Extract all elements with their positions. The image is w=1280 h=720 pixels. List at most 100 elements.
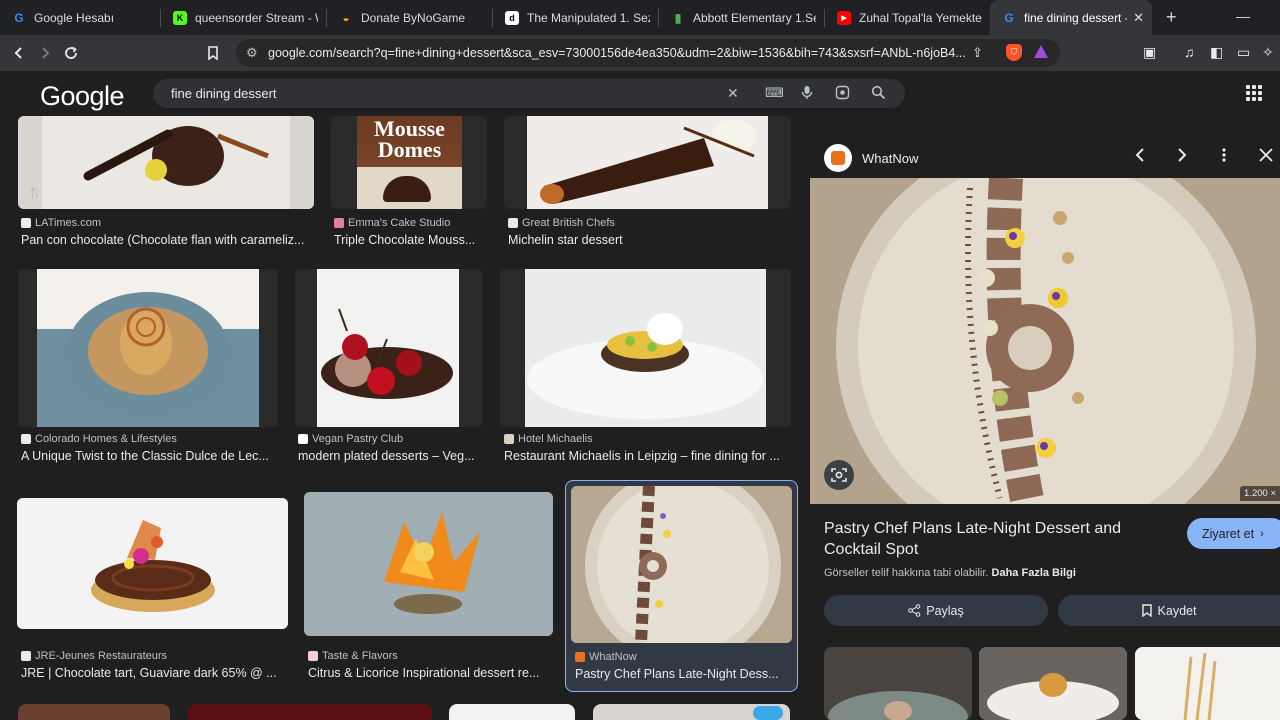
tab-fine-dining-active[interactable]: Gfine dining dessert - G✕ (990, 0, 1152, 35)
lens-search-icon[interactable] (824, 460, 854, 490)
google-logo[interactable]: Google (40, 81, 125, 112)
brave-rewards-icon[interactable] (1034, 45, 1048, 58)
tab-google-account[interactable]: G Google Hesabı (0, 0, 160, 35)
learn-more-link[interactable]: Daha Fazla Bilgi (992, 567, 1076, 579)
result-card[interactable]: Colorado Homes & Lifestyles A Unique Twi… (18, 269, 278, 469)
related-image-thumbnail[interactable] (824, 647, 972, 720)
source-favicon-icon (298, 434, 308, 444)
search-input[interactable]: fine dining dessert (171, 86, 277, 101)
source-favicon-icon (308, 651, 318, 661)
youtube-favicon-icon: ▶ (837, 10, 851, 25)
publisher-name[interactable]: WhatNow (862, 151, 918, 166)
dizi-favicon-icon: d (505, 10, 519, 25)
lens-icon[interactable] (835, 85, 850, 103)
reload-icon[interactable] (58, 40, 84, 66)
result-thumbnail[interactable] (504, 116, 791, 209)
share-button[interactable]: Paylaş (824, 595, 1048, 626)
result-card[interactable]: Vegan Pastry Club modern plated desserts… (295, 269, 483, 469)
save-button[interactable]: Kaydet (1058, 595, 1280, 626)
visit-button[interactable]: Ziyaret et › (1187, 518, 1280, 549)
screenshot-icon[interactable]: ▣ (1143, 44, 1156, 61)
more-options-icon[interactable] (1222, 148, 1226, 166)
previous-chevron-icon[interactable] (1135, 148, 1145, 166)
google-favicon-icon: G (1004, 10, 1014, 25)
result-card[interactable]: Mousse Domes Emma's Cake Studio Triple Ch… (331, 116, 487, 252)
result-title[interactable]: Pan con chocolate (Chocolate flan with c… (21, 233, 313, 247)
close-panel-icon[interactable] (1259, 148, 1273, 166)
image-dimensions: 1.200 × (1240, 486, 1280, 501)
result-title[interactable]: Triple Chocolate Mouss... (334, 233, 486, 247)
result-card[interactable]: Hotel Michaelis Restaurant Michaelis in … (500, 269, 791, 469)
tab-donate[interactable]: ◒ Donate ByNoGame (327, 0, 492, 35)
next-chevron-icon[interactable] (1177, 148, 1187, 166)
leo-icon[interactable]: ✧ (1262, 44, 1274, 61)
result-thumbnail-partial[interactable] (449, 704, 575, 720)
result-card-selected[interactable]: WhatNow Pastry Chef Plans Late-Night Des… (565, 480, 798, 692)
result-card[interactable]: Taste & Flavors Citrus & Licorice Inspir… (304, 486, 553, 686)
preview-title[interactable]: Pastry Chef Plans Late-Night Dessert and… (824, 518, 1144, 560)
related-image-thumbnail[interactable] (1135, 647, 1280, 720)
source-favicon-icon (21, 218, 31, 228)
preview-image[interactable] (810, 178, 1280, 504)
back-arrow-icon[interactable] (6, 40, 32, 66)
result-thumbnail[interactable]: Mousse Domes (331, 116, 487, 209)
address-bar[interactable]: ⚙ google.com/search?q=fine+dining+desser… (236, 39, 1060, 67)
apps-grid-icon[interactable] (1246, 85, 1262, 101)
search-box[interactable]: fine dining dessert ✕ ⌨ (153, 79, 905, 108)
result-source: WhatNow (575, 651, 637, 663)
media-icon[interactable]: ♫ (1184, 44, 1195, 60)
result-title[interactable]: modern plated desserts – Veg... (298, 449, 482, 463)
mic-icon[interactable] (801, 85, 813, 103)
result-source: JRE-Jeunes Restaurateurs (21, 650, 167, 662)
result-title[interactable]: Pastry Chef Plans Late-Night Dess... (575, 667, 793, 681)
result-source: LATimes.com (21, 217, 101, 229)
result-source: Hotel Michaelis (504, 433, 593, 445)
brave-shield-icon[interactable]: ⛉ (1006, 44, 1022, 61)
minimize-icon[interactable]: — (1236, 8, 1250, 24)
search-icon[interactable] (871, 85, 886, 103)
clear-icon[interactable]: ✕ (727, 85, 739, 102)
result-card[interactable]: Great British Chefs Michelin star desser… (504, 116, 791, 252)
result-thumbnail[interactable] (18, 269, 278, 427)
bookmark-icon[interactable] (200, 40, 226, 66)
publisher-logo-icon (824, 144, 852, 172)
result-thumbnail-partial[interactable] (18, 704, 170, 720)
result-thumbnail[interactable] (295, 269, 483, 427)
result-thumbnail-partial[interactable] (593, 704, 790, 720)
close-tab-icon[interactable]: ✕ (1127, 10, 1144, 26)
result-thumbnail-partial[interactable] (188, 704, 432, 720)
tab-youtube[interactable]: ▶ Zuhal Topal'la Yemekteyiz (825, 0, 990, 35)
result-thumbnail[interactable] (500, 269, 791, 427)
new-tab-button[interactable]: + (1166, 7, 1177, 28)
result-thumbnail[interactable] (571, 486, 792, 643)
result-title[interactable]: Citrus & Licorice Inspirational dessert … (308, 666, 553, 680)
keyboard-icon[interactable]: ⌨ (765, 85, 784, 101)
result-thumbnail[interactable]: 🍴 (18, 116, 314, 209)
source-name: Emma's Cake Studio (348, 217, 451, 229)
site-settings-icon[interactable]: ⚙ (246, 45, 258, 61)
result-card[interactable]: 🍴 LATimes.com Pan con chocolate (Chocola… (18, 116, 314, 252)
result-thumbnail[interactable] (17, 498, 288, 629)
share-icon[interactable]: ⇪ (972, 45, 983, 61)
sidebar-icon[interactable]: ◧ (1210, 44, 1223, 61)
related-image-thumbnail[interactable] (979, 647, 1127, 720)
tab-kick-stream[interactable]: Kqueensorder Stream - Wat (161, 0, 326, 35)
bars-favicon-icon: ▮ (674, 10, 682, 25)
result-title[interactable]: A Unique Twist to the Classic Dulce de L… (21, 449, 277, 463)
image-results-grid: 🍴 LATimes.com Pan con chocolate (Chocola… (0, 116, 810, 720)
result-card[interactable]: JRE-Jeunes Restaurateurs JRE | Chocolate… (17, 486, 288, 686)
source-name: Taste & Flavors (322, 650, 398, 662)
wallet-icon[interactable]: ▭ (1237, 44, 1250, 61)
result-title[interactable]: JRE | Chocolate tart, Guaviare dark 65% … (21, 666, 288, 680)
publisher-row[interactable]: WhatNow (824, 144, 918, 172)
result-thumbnail[interactable] (304, 492, 553, 636)
source-name: Hotel Michaelis (518, 433, 593, 445)
result-title[interactable]: Restaurant Michaelis in Leipzig – fine d… (504, 449, 791, 463)
forward-arrow-icon[interactable] (32, 40, 58, 66)
tab-abbott[interactable]: ▮ Abbott Elementary 1.Sezo (659, 0, 824, 35)
result-title[interactable]: Michelin star dessert (508, 233, 791, 247)
kick-favicon-icon: K (173, 10, 187, 25)
source-favicon-icon (504, 434, 514, 444)
result-source: Emma's Cake Studio (334, 217, 450, 229)
tab-manipulated[interactable]: d The Manipulated 1. Sezon (493, 0, 658, 35)
